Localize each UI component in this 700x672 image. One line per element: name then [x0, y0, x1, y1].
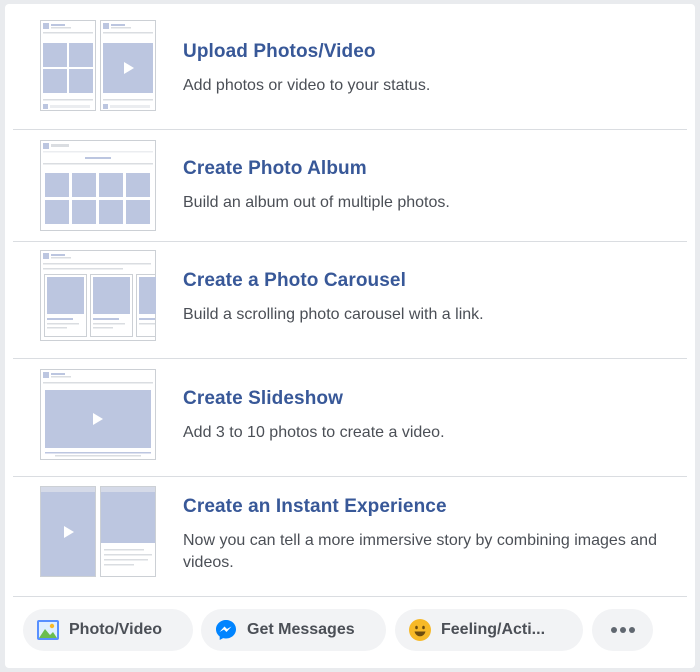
option-upload-photos-video[interactable]: Upload Photos/Video Add photos or video … [13, 4, 687, 130]
upload-photos-thumbnail-icon [40, 20, 156, 117]
option-description: Build an album out of multiple photos. [183, 194, 450, 211]
feeling-activity-label: Feeling/Acti... [441, 621, 546, 638]
option-create-photo-album[interactable]: Create Photo Album Build an album out of… [13, 130, 687, 242]
more-options-button[interactable] [592, 609, 653, 651]
photo-video-button[interactable]: Photo/Video [23, 609, 193, 651]
option-title[interactable]: Create Photo Album [183, 158, 367, 180]
option-description: Add photos or video to your status. [183, 77, 431, 94]
option-title[interactable]: Create a Photo Carousel [183, 270, 406, 292]
photo-video-icon [35, 617, 61, 643]
photo-options-panel: Upload Photos/Video Add photos or video … [5, 4, 695, 668]
get-messages-label: Get Messages [247, 621, 355, 638]
messenger-icon [213, 617, 239, 643]
photo-carousel-thumbnail-icon [40, 250, 156, 346]
option-description: Add 3 to 10 photos to create a video. [183, 424, 445, 441]
photo-video-label: Photo/Video [69, 621, 163, 638]
option-title[interactable]: Create an Instant Experience [183, 496, 447, 518]
get-messages-button[interactable]: Get Messages [201, 609, 386, 651]
slideshow-thumbnail-icon [40, 369, 156, 465]
composer-actions-bar: Photo/Video Get Messages Feeling/Acti... [5, 596, 695, 668]
more-dots-icon [610, 621, 636, 639]
instant-experience-thumbnail-icon [40, 486, 156, 583]
feeling-activity-button[interactable]: Feeling/Acti... [395, 609, 583, 651]
smiley-icon [407, 617, 433, 643]
option-description: Now you can tell a more immersive story … [183, 532, 657, 571]
option-title[interactable]: Create Slideshow [183, 388, 343, 410]
option-create-instant-experience[interactable]: Create an Instant Experience Now you can… [13, 477, 687, 598]
option-description: Build a scrolling photo carousel with a … [183, 306, 484, 323]
option-title[interactable]: Upload Photos/Video [183, 41, 376, 63]
option-create-slideshow[interactable]: Create Slideshow Add 3 to 10 photos to c… [13, 359, 687, 477]
divider [13, 596, 687, 597]
photo-album-thumbnail-icon [40, 140, 156, 236]
option-create-photo-carousel[interactable]: Create a Photo Carousel Build a scrollin… [13, 242, 687, 359]
